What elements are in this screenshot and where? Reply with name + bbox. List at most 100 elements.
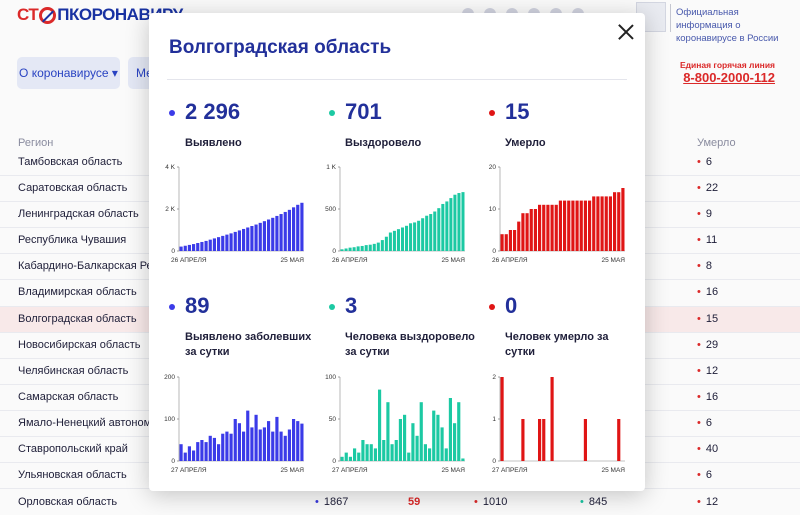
stat-value: 2 296 <box>185 99 241 124</box>
y-tick-label: 2 <box>492 374 496 381</box>
chart-bar <box>388 232 392 251</box>
chart-bar <box>225 234 229 251</box>
chart-bar <box>583 419 587 461</box>
chart-bar <box>542 204 546 251</box>
x-start-label: 27 АПРЕЛЯ <box>332 467 368 474</box>
x-start-label: 27 АПРЕЛЯ <box>492 467 528 474</box>
chart-bar <box>525 213 529 251</box>
chart-bar <box>558 200 562 251</box>
chart-bar <box>445 201 449 251</box>
chart-daily-deaths: 0 1 2 27 АПРЕЛЯ 25 МАЯ <box>478 371 628 483</box>
stat-dot <box>169 304 175 310</box>
chart-bar <box>378 389 382 461</box>
chart-bar <box>242 431 246 461</box>
chart-bar <box>200 241 204 251</box>
chart-bar <box>517 221 521 251</box>
y-tick-label: 0 <box>492 458 496 465</box>
y-tick-label: 0 <box>492 248 496 255</box>
chart-bar <box>237 423 241 461</box>
chart-bar <box>440 427 444 461</box>
y-tick-label: 2 K <box>165 206 175 213</box>
chart-bar <box>596 196 600 251</box>
chart-bar <box>262 427 266 461</box>
chart-bar <box>448 398 452 461</box>
chart-bar <box>208 435 212 461</box>
chart-bar <box>500 377 504 461</box>
chart-bar <box>348 247 352 251</box>
x-start-label: 26 АПРЕЛЯ <box>492 257 528 264</box>
x-end-label: 25 МАЯ <box>281 467 305 474</box>
chart-bar <box>364 245 368 251</box>
modal-divider <box>167 79 627 80</box>
chart-bar <box>461 458 465 461</box>
chart-bar <box>361 440 365 461</box>
x-end-label: 25 МАЯ <box>442 467 466 474</box>
y-tick-label: 100 <box>164 416 175 423</box>
chart-bar <box>262 221 266 251</box>
chart-bar <box>237 230 241 251</box>
chart-bar <box>229 233 233 251</box>
chart-bar <box>457 193 461 251</box>
stat-value: 3 <box>345 293 358 318</box>
stat-label: Умерло <box>505 137 546 149</box>
chart-bar <box>275 416 279 461</box>
chart-bar <box>380 240 384 251</box>
chart-bar <box>421 218 425 251</box>
chart-bar <box>233 419 237 461</box>
chart-bar <box>423 444 427 461</box>
chart-daily-deaths-svg: 0 1 2 27 АПРЕЛЯ 25 МАЯ <box>492 374 625 474</box>
region-stats-modal: Волгоградская область 2 296 Выявлено 701… <box>149 13 645 491</box>
chart-bar <box>600 196 604 251</box>
stat-dot <box>169 110 175 116</box>
chart-bar <box>340 456 344 461</box>
chart-bar <box>403 414 407 461</box>
chart-bar <box>461 192 465 251</box>
chart-bar <box>179 246 183 251</box>
chart-bar <box>376 242 380 251</box>
stat-label: Человека выздоровело за сутки <box>345 331 475 358</box>
chart-bar <box>225 431 229 461</box>
chart-bar <box>400 227 405 251</box>
chart-bar <box>538 204 542 251</box>
chart-bar <box>504 234 508 251</box>
x-end-label: 25 МАЯ <box>602 257 626 264</box>
chart-daily-cases-svg: 0 100 200 27 АПРЕЛЯ 25 МАЯ <box>164 374 305 474</box>
chart-bar <box>179 444 183 461</box>
chart-bar <box>279 431 283 461</box>
y-tick-label: 10 <box>489 206 497 213</box>
close-icon[interactable] <box>617 23 635 41</box>
chart-bar <box>196 243 200 251</box>
chart-bar <box>187 446 191 461</box>
chart-bar <box>246 410 250 461</box>
chart-bar <box>296 421 300 461</box>
y-tick-label: 100 <box>325 374 336 381</box>
chart-bar <box>433 211 437 251</box>
chart-bar <box>212 437 216 461</box>
chart-bar <box>405 225 409 251</box>
chart-bar <box>413 222 417 251</box>
chart-bar <box>409 223 413 251</box>
chart-bar <box>449 198 453 251</box>
chart-bar <box>432 410 436 461</box>
chart-bar <box>583 200 587 251</box>
chart-bar <box>221 235 225 251</box>
chart-bar <box>571 200 575 251</box>
chart-bar <box>373 448 377 461</box>
stat-value: 701 <box>345 99 382 124</box>
chart-bar <box>254 414 258 461</box>
chart-bar <box>258 429 262 461</box>
chart-bar <box>417 220 421 251</box>
chart-bar <box>550 204 554 251</box>
chart-bar <box>398 419 402 461</box>
chart-bar <box>217 237 221 251</box>
chart-bar <box>441 203 445 251</box>
chart-bar <box>588 200 592 251</box>
stat-value: 0 <box>505 293 518 318</box>
stat-label: Человек умерло за сутки <box>505 331 609 358</box>
chart-bar <box>356 246 360 251</box>
chart-recovered: 0 500 1 K 26 АПРЕЛЯ 25 МАЯ <box>318 161 468 273</box>
chart-cases-svg: 0 2 K 4 K 26 АПРЕЛЯ 25 МАЯ <box>165 164 304 264</box>
chart-bar <box>233 231 237 251</box>
chart-bar <box>287 429 291 461</box>
chart-bar <box>300 423 304 461</box>
